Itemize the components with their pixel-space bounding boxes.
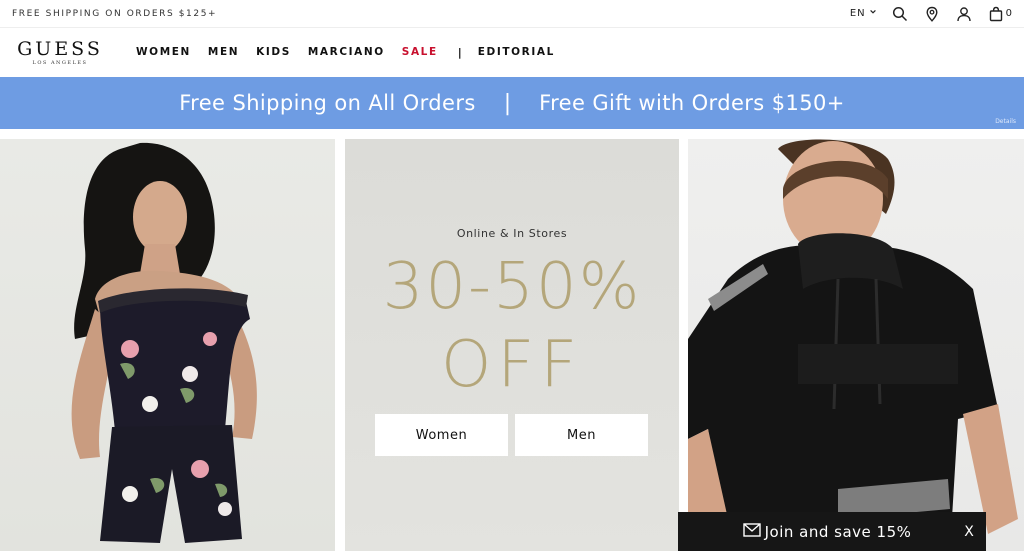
nav-separator: | [457, 45, 462, 59]
promo-discount: 30-50% [382, 250, 642, 324]
shopping-bag-icon [987, 5, 1005, 23]
guess-logo[interactable]: GUESS LOS ANGELES [17, 37, 103, 66]
promo-cta-row: Women Men [375, 414, 648, 456]
hero-sale-promo: Online & In Stores 30-50% OFF Women Men [345, 139, 679, 551]
promo-subheading: Online & In Stores [456, 227, 568, 240]
shipping-promo-text[interactable]: FREE SHIPPING ON ORDERS $125+ [12, 9, 217, 19]
banner-free-shipping: Free Shipping on All Orders [179, 91, 476, 115]
nav-item-marciano[interactable]: MARCIANO [308, 46, 385, 58]
utility-bar: FREE SHIPPING ON ORDERS $125+ EN 0 [0, 0, 1024, 28]
shop-men-button[interactable]: Men [515, 414, 648, 456]
join-content: Join and save 15% [678, 523, 952, 541]
account-icon[interactable] [955, 5, 973, 23]
banner-free-gift: Free Gift with Orders $150+ [539, 91, 845, 115]
nav-item-editorial[interactable]: EDITORIAL [478, 46, 555, 58]
logo-wordmark: GUESS [17, 37, 103, 60]
utility-actions: EN 0 [850, 5, 1012, 23]
nav-item-men[interactable]: MEN [208, 46, 239, 58]
nav-items: WOMEN MEN KIDS MARCIANO SALE | EDITORIAL [136, 46, 572, 59]
chevron-down-icon [869, 8, 877, 19]
banner-divider: | [503, 90, 512, 116]
promo-off: OFF [441, 328, 583, 402]
hero-men-image[interactable] [688, 139, 1024, 551]
location-pin-icon[interactable] [923, 5, 941, 23]
close-icon[interactable]: X [952, 524, 986, 540]
hero-women-image[interactable] [0, 139, 335, 551]
shipping-banner[interactable]: Free Shipping on All Orders | Free Gift … [0, 77, 1024, 129]
bag-count: 0 [1005, 8, 1012, 19]
language-label: EN [849, 8, 866, 19]
search-icon[interactable] [891, 5, 909, 23]
main-navigation: GUESS LOS ANGELES WOMEN MEN KIDS MARCIAN… [0, 28, 1024, 76]
logo-subtitle: LOS ANGELES [32, 59, 88, 66]
nav-item-kids[interactable]: KIDS [256, 46, 291, 58]
shop-women-button[interactable]: Women [375, 414, 508, 456]
envelope-icon [742, 522, 761, 541]
men-model-illustration [688, 139, 1018, 551]
join-label: Join and save 15% [764, 522, 912, 541]
shopping-bag-button[interactable]: 0 [987, 5, 1012, 23]
nav-item-sale[interactable]: SALE [402, 46, 438, 58]
nav-item-women[interactable]: WOMEN [136, 46, 191, 58]
banner-details-link[interactable]: Details [995, 118, 1016, 125]
women-model-illustration [71, 142, 257, 543]
language-selector[interactable]: EN [850, 8, 877, 19]
join-and-save-widget[interactable]: Join and save 15% X [678, 512, 986, 551]
